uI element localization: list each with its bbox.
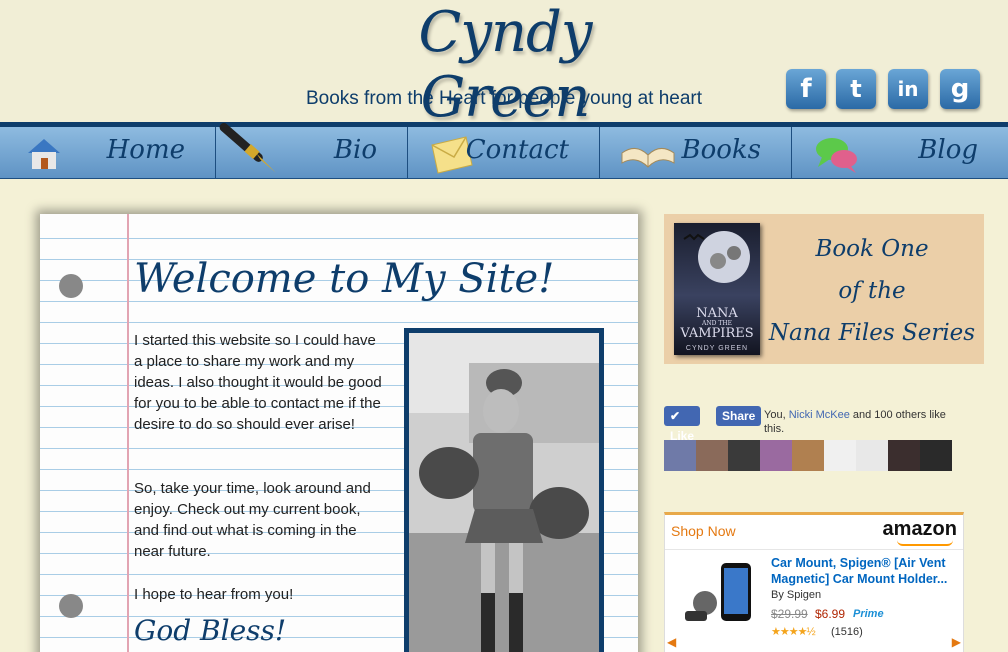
avatar[interactable] [856,440,888,471]
nav-item-contact[interactable]: Contact [408,127,600,178]
paper-hole [59,594,83,618]
review-count[interactable]: (1516) [831,626,863,638]
paper-hole [59,274,83,298]
prime-badge: Prime [853,608,884,620]
book-cover-title: NANA AND THE VAMPIRES [680,306,754,341]
avatar[interactable] [792,440,824,471]
series-promo-text: Book One of the Nana Files Series [768,236,976,346]
star-rating: ★★★★½ [771,626,816,638]
paper-margin-line [127,214,129,652]
facebook-like-button[interactable]: ✔ Like [664,406,701,443]
site-tagline: Books from the Heart for people young at… [305,88,703,109]
google-icon[interactable]: g [940,69,980,109]
nav-label-bio: Bio [333,135,377,165]
signoff-text: God Bless! [134,614,287,647]
facebook-friend-faces [664,440,952,471]
product-old-price: $29.99 [771,607,808,621]
avatar[interactable] [664,440,696,471]
nav-item-bio[interactable]: Bio [216,123,408,178]
amazon-logo[interactable]: amazon [883,518,957,541]
explore-paragraph: So, take your time, look around and enjo… [134,480,371,560]
thumbs-up-icon: ✔ [670,409,681,423]
facebook-like-text: You, Nicki McKee and 100 others like thi… [764,409,946,435]
main-nav: Home Bio Contact Books Blog [0,122,1008,179]
avatar[interactable] [888,440,920,471]
welcome-notebook: Welcome to My Site! I started this websi… [40,214,638,652]
facebook-icon[interactable]: f [786,69,826,109]
avatar[interactable] [696,440,728,471]
book-promo-banner[interactable]: NANA AND THE VAMPIRES CYNDY GREEN Book O… [664,214,984,364]
nav-item-home[interactable]: Home [0,127,216,178]
site-header: Cyndy Green Books from the Heart for peo… [0,0,1008,130]
nav-label-blog: Blog [918,135,978,165]
nav-item-blog[interactable]: Blog [792,127,1008,178]
book-cover-image[interactable]: NANA AND THE VAMPIRES CYNDY GREEN [674,223,760,355]
product-price: $6.99 [815,607,846,621]
amazon-widget: Shop Now amazon Car Mount, Spigen® [Air … [664,512,964,652]
site-title[interactable]: Cyndy Green [330,0,680,130]
closing-paragraph: I hope to hear from you! [134,586,294,603]
nav-label-books: Books [681,135,761,165]
nav-label-home: Home [106,135,185,165]
book-cover-author: CYNDY GREEN [685,345,749,352]
nav-item-books[interactable]: Books [600,127,792,178]
speech-bubbles-icon [816,138,857,173]
open-book-icon [621,148,675,168]
avatar[interactable] [824,440,856,471]
twitter-icon[interactable]: t [836,69,876,109]
chevron-left-icon[interactable]: ◀ [667,635,676,649]
author-photo [404,328,604,652]
amazon-smile-icon [897,540,953,546]
shop-now-label[interactable]: Shop Now [671,523,736,539]
avatar[interactable] [728,440,760,471]
car-mount-product-image[interactable] [681,559,765,631]
intro-paragraph: I started this website so I could have a… [134,332,382,433]
product-brand: By Spigen [771,589,822,601]
linkedin-icon[interactable]: in [888,69,928,109]
facebook-share-button[interactable]: Share [716,406,762,426]
amazon-divider [665,549,963,550]
fountain-pen-icon [219,123,276,173]
chevron-right-icon[interactable]: ▶ [952,635,961,649]
avatar[interactable] [920,440,952,471]
welcome-heading: Welcome to My Site! [134,256,555,302]
nav-label-contact: Contact [465,135,569,165]
product-title-link[interactable]: Car Mount, Spigen® [Air Vent Magnetic] C… [771,555,961,587]
friend-link[interactable]: Nicki McKee [789,409,850,421]
house-icon [28,139,60,169]
avatar[interactable] [760,440,792,471]
